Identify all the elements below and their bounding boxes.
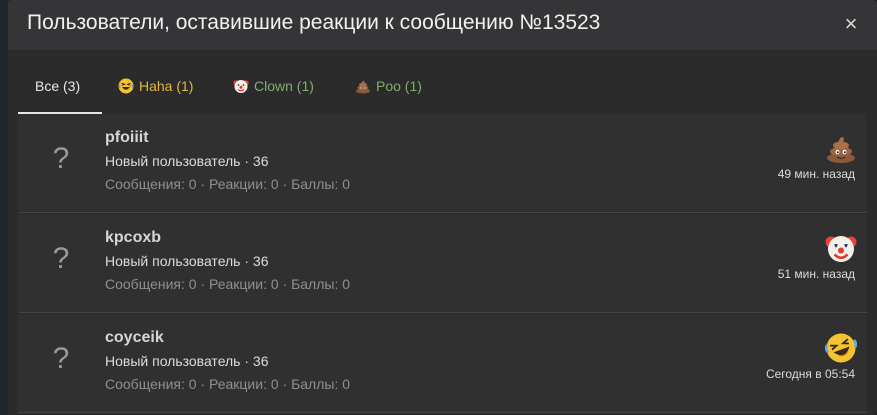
tab-clown-label: Clown (1) (254, 78, 314, 94)
user-title: Новый пользователь · 36 (105, 353, 269, 369)
tab-haha[interactable]: Haha (1) (118, 78, 193, 94)
username-link[interactable]: kpcoxb (105, 229, 161, 247)
reaction-tabs: Все (3) Haha (1) Clown (1) Poo (1) (18, 50, 867, 114)
tab-all[interactable]: Все (3) (35, 78, 80, 94)
user-stats: Сообщения: 0 · Реакции: 0 · Баллы: 0 (105, 276, 351, 292)
haha-emoji-icon (825, 333, 857, 363)
row-divider (18, 312, 867, 313)
user-title: Новый пользователь · 36 (105, 253, 269, 269)
user-row: ? kpcoxb Новый пользователь · 36 Сообщен… (18, 214, 867, 313)
row-divider (18, 412, 867, 413)
dialog-header: Пользователи, оставившие реакции к сообщ… (8, 0, 877, 50)
username-link[interactable]: pfoiiit (105, 129, 149, 147)
reaction-time: Сегодня в 05:54 (765, 367, 855, 381)
dialog-title: Пользователи, оставившие реакции к сообщ… (27, 11, 601, 34)
user-stats: Сообщения: 0 · Реакции: 0 · Баллы: 0 (105, 176, 351, 192)
clown-emoji-icon (825, 236, 857, 262)
tab-poo-label: Poo (1) (376, 78, 422, 94)
close-button[interactable]: × (841, 12, 861, 36)
reaction-time: 51 мин. назад (777, 267, 855, 281)
avatar[interactable]: ? (48, 142, 74, 176)
haha-emoji-icon (118, 78, 134, 94)
reaction-time: 49 мин. назад (777, 167, 855, 181)
avatar[interactable]: ? (48, 342, 74, 376)
clown-emoji-icon (233, 80, 249, 93)
reactions-dialog: Пользователи, оставившие реакции к сообщ… (8, 0, 877, 415)
row-divider (18, 212, 867, 213)
user-stats: Сообщения: 0 · Реакции: 0 · Баллы: 0 (105, 376, 351, 392)
tab-all-label: Все (3) (35, 78, 81, 94)
tab-haha-label: Haha (1) (139, 78, 194, 94)
user-title: Новый пользователь · 36 (105, 153, 269, 169)
poo-emoji-icon (356, 80, 370, 94)
tab-clown[interactable]: Clown (1) (233, 78, 314, 94)
user-row: ? coyceik Новый пользователь · 36 Сообще… (18, 314, 867, 413)
avatar[interactable]: ? (48, 242, 74, 276)
username-link[interactable]: coyceik (105, 329, 164, 347)
tab-poo[interactable]: Poo (1) (355, 78, 422, 94)
user-row: ? pfoiiit Новый пользователь · 36 Сообще… (18, 114, 867, 213)
poo-emoji-icon (827, 137, 855, 163)
